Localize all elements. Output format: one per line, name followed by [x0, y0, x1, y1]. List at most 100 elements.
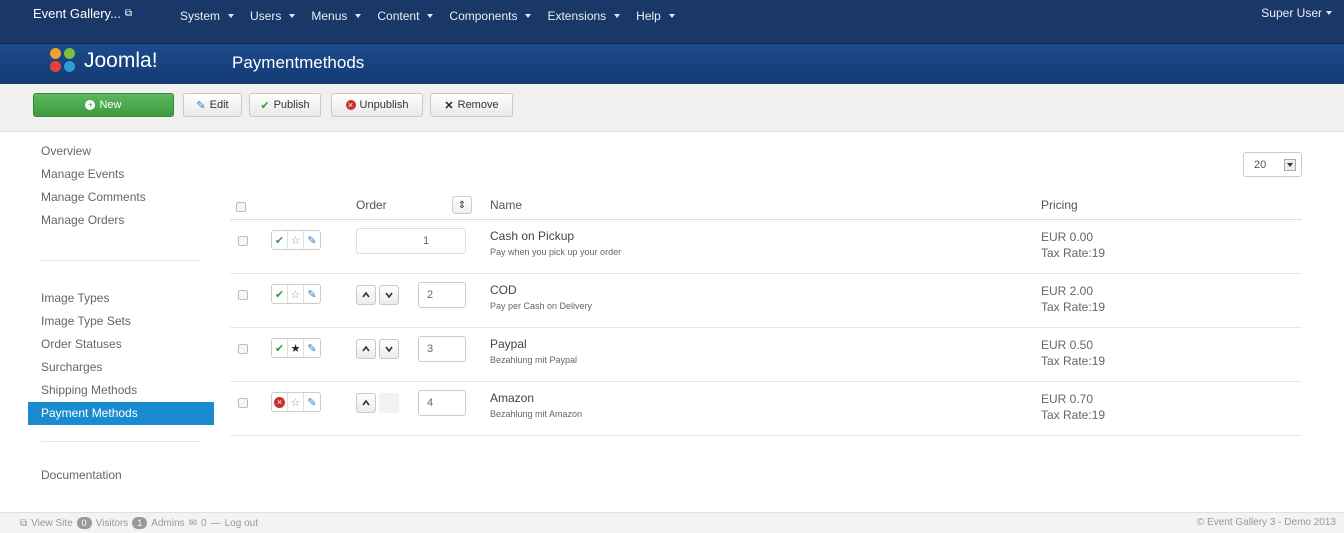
- edit-icon[interactable]: ✎: [304, 339, 320, 357]
- view-site-link[interactable]: View Site: [31, 518, 73, 529]
- row-name-cell: Amazon Bezahlung mit Amazon: [490, 391, 582, 419]
- sidebar-item-order-statuses[interactable]: Order Statuses: [28, 333, 214, 356]
- order-input[interactable]: 1: [356, 228, 466, 254]
- pricing-column-header[interactable]: Pricing: [1041, 198, 1078, 212]
- menu-help[interactable]: Help: [628, 6, 683, 26]
- method-name-link[interactable]: Paypal: [490, 337, 577, 351]
- row-status-buttons: ✔ ☆ ✎: [271, 284, 321, 304]
- toolbar: + New ✎ Edit ✔ Publish × Unpublish ✕ Rem…: [0, 84, 1344, 132]
- menu-components[interactable]: Components: [441, 6, 539, 26]
- chevron-down-icon: [385, 292, 393, 299]
- sidebar-item-manage-events[interactable]: Manage Events: [28, 163, 214, 186]
- menu-extensions[interactable]: Extensions: [539, 6, 628, 26]
- default-star-filled-icon[interactable]: ★: [288, 339, 304, 357]
- chevron-down-icon: [1284, 159, 1296, 171]
- external-link-icon: ⧉: [124, 8, 133, 19]
- row-checkbox[interactable]: [238, 236, 248, 246]
- move-down-button[interactable]: [379, 285, 399, 305]
- name-column-header[interactable]: Name: [490, 198, 522, 212]
- payment-methods-table: Order ⇕ Name Pricing ✔ ☆ ✎ 1 Cash on Pic…: [230, 190, 1302, 436]
- sort-order-icon[interactable]: ⇕: [452, 196, 472, 214]
- menu-content[interactable]: Content: [369, 6, 441, 26]
- sidebar-item-image-type-sets[interactable]: Image Type Sets: [28, 310, 214, 333]
- menu-system[interactable]: System: [172, 6, 242, 26]
- row-pricing-cell: EUR 2.00 Tax Rate:19: [1041, 283, 1105, 315]
- published-checkmark-icon[interactable]: ✔: [272, 285, 288, 303]
- menu-menus[interactable]: Menus: [303, 6, 369, 26]
- logout-link[interactable]: Log out: [225, 518, 258, 529]
- chevron-down-icon: [668, 14, 675, 18]
- method-description: Bezahlung mit Paypal: [490, 355, 578, 365]
- status-footer: ⧉ View Site 0 Visitors 1 Admins ✉ 0 — Lo…: [0, 512, 1344, 533]
- row-name-cell: COD Pay per Cash on Delivery: [490, 283, 592, 311]
- move-down-button[interactable]: [379, 339, 399, 359]
- sidebar-item-image-types[interactable]: Image Types: [28, 287, 214, 310]
- sidebar-item-surcharges[interactable]: Surcharges: [28, 356, 214, 379]
- new-button[interactable]: + New: [33, 93, 174, 117]
- method-name-link[interactable]: Amazon: [490, 391, 582, 405]
- tax-rate: Tax Rate:19: [1041, 246, 1106, 260]
- row-pricing-cell: EUR 0.50 Tax Rate:19: [1041, 337, 1105, 369]
- move-up-button[interactable]: [356, 339, 376, 359]
- page-header: Joomla! Paymentmethods: [0, 44, 1344, 84]
- unpublish-button[interactable]: × Unpublish: [331, 93, 423, 117]
- edit-button[interactable]: ✎ Edit: [183, 93, 242, 117]
- chevron-up-icon: [362, 345, 370, 352]
- default-star-outline-icon[interactable]: ☆: [288, 393, 304, 411]
- menu-users[interactable]: Users: [242, 6, 303, 26]
- sidebar-item-manage-comments[interactable]: Manage Comments: [28, 186, 214, 209]
- message-icon: ✉: [188, 517, 198, 529]
- footer-left: ⧉ View Site 0 Visitors 1 Admins ✉ 0 — Lo…: [20, 517, 258, 529]
- user-menu[interactable]: Super User: [1261, 6, 1332, 20]
- method-description: Pay per Cash on Delivery: [490, 301, 593, 311]
- default-star-outline-icon[interactable]: ☆: [288, 285, 304, 303]
- row-checkbox[interactable]: [238, 344, 248, 354]
- chevron-down-icon: [427, 14, 434, 18]
- messages-count[interactable]: 0: [201, 518, 207, 529]
- remove-button[interactable]: ✕ Remove: [430, 93, 513, 117]
- sidebar-divider: [41, 441, 201, 442]
- admins-label: Admins: [151, 517, 185, 529]
- chevron-down-icon: [228, 14, 235, 18]
- published-checkmark-icon[interactable]: ✔: [272, 231, 288, 249]
- order-column-header[interactable]: Order: [356, 198, 387, 212]
- sidebar-item-manage-orders[interactable]: Manage Orders: [28, 209, 214, 232]
- chevron-down-icon: [614, 14, 621, 18]
- row-checkbox[interactable]: [238, 290, 248, 300]
- order-input[interactable]: 2: [418, 282, 466, 308]
- order-input[interactable]: 3: [418, 336, 466, 362]
- price-value: EUR 2.00: [1041, 284, 1094, 298]
- unpublished-icon[interactable]: ×: [272, 393, 288, 411]
- list-limit-select[interactable]: 20: [1243, 152, 1302, 177]
- move-up-button[interactable]: [356, 393, 376, 413]
- default-star-outline-icon[interactable]: ☆: [288, 231, 304, 249]
- edit-icon[interactable]: ✎: [304, 393, 320, 411]
- published-checkmark-icon[interactable]: ✔: [272, 339, 288, 357]
- sidebar-item-documentation[interactable]: Documentation: [28, 464, 214, 487]
- order-input[interactable]: 4: [418, 390, 466, 416]
- publish-button[interactable]: ✔ Publish: [249, 93, 321, 117]
- joomla-logo-icon: [50, 48, 78, 74]
- admins-count: 1: [132, 517, 148, 529]
- row-checkbox[interactable]: [238, 398, 248, 408]
- chevron-down-icon: [355, 14, 362, 18]
- sidebar-item-overview[interactable]: Overview: [28, 140, 214, 163]
- joomla-logo-text: Joomla!: [84, 49, 158, 72]
- method-name-link[interactable]: Cash on Pickup: [490, 229, 621, 243]
- edit-icon[interactable]: ✎: [304, 285, 320, 303]
- site-brand-link[interactable]: Event Gallery... ⧉: [33, 6, 132, 21]
- move-up-button[interactable]: [356, 285, 376, 305]
- select-all-checkbox[interactable]: [236, 202, 246, 212]
- price-value: EUR 0.50: [1041, 338, 1094, 352]
- method-name-link[interactable]: COD: [490, 283, 592, 297]
- chevron-down-icon: [289, 14, 296, 18]
- edit-icon[interactable]: ✎: [304, 231, 320, 249]
- table-header: Order ⇕ Name Pricing: [230, 190, 1302, 220]
- price-value: EUR 0.70: [1041, 392, 1094, 406]
- checkmark-icon: ✔: [260, 99, 270, 112]
- sidebar-item-payment-methods[interactable]: Payment Methods: [28, 402, 214, 425]
- row-status-buttons: × ☆ ✎: [271, 392, 321, 412]
- page-title: Paymentmethods: [232, 53, 365, 72]
- sidebar-item-shipping-methods[interactable]: Shipping Methods: [28, 379, 214, 402]
- main-menu: System Users Menus Content Components Ex…: [172, 6, 683, 26]
